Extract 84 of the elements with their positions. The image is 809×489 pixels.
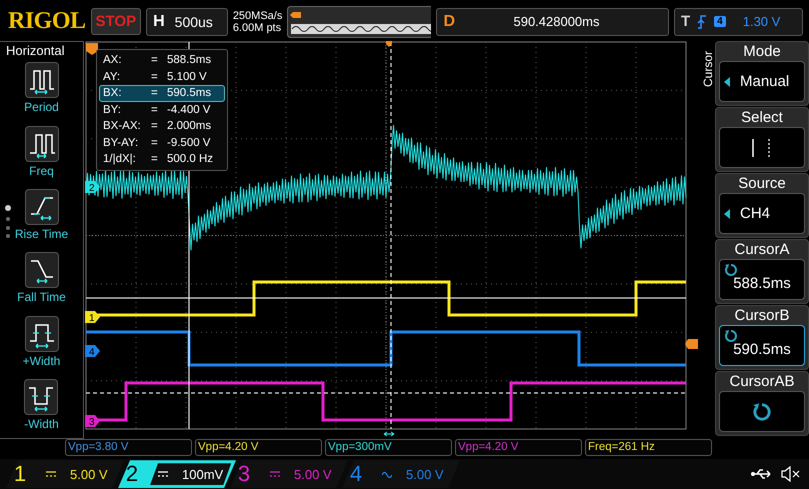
readout-value: 590.5ms xyxy=(167,86,212,101)
channel-tab[interactable]: 3 5.00 V xyxy=(230,460,348,488)
memory-depth: 6.00M pts xyxy=(232,22,282,34)
channel-tab[interactable]: 4 5.00 V xyxy=(342,460,460,488)
rotate-knob-icon xyxy=(724,263,738,278)
measurement-readout: Vpp=4.20 V xyxy=(195,439,322,456)
channel-scale: 100mV xyxy=(182,466,224,482)
readout-value: -4.400 V xyxy=(167,102,210,118)
readout-value: 2.000ms xyxy=(167,119,212,134)
equals-sign: = xyxy=(151,86,159,101)
trigger-source: 4 xyxy=(714,16,726,28)
readout-label: BX-AX: xyxy=(103,119,142,134)
brand-logo: RIGOL xyxy=(8,8,86,36)
softkey-button[interactable]: Select xyxy=(715,107,809,172)
rising-edge-icon xyxy=(697,14,708,29)
readout-value: 5.100 V xyxy=(167,70,207,84)
equals-sign: = xyxy=(151,152,159,167)
measure-button[interactable]: Fall Time xyxy=(17,248,66,312)
softkey-button[interactable]: Mode Manual xyxy=(715,41,809,106)
timebase-field[interactable]: H 500us xyxy=(146,8,228,36)
measurement-readout: Vpp=4.20 V xyxy=(455,439,582,456)
softkey-button[interactable]: Source CH4 xyxy=(715,173,809,238)
readout-label: AY: xyxy=(103,70,122,84)
menu-title: Cursor xyxy=(701,50,713,90)
readout-label: BY-AY: xyxy=(103,136,140,150)
readout-label: BY: xyxy=(103,102,122,118)
usb-icon xyxy=(751,468,773,480)
softkey-button[interactable]: CursorA 588.5ms xyxy=(715,239,809,304)
channel-scale: 5.00 V xyxy=(70,466,108,482)
channel-marker[interactable]: 1 xyxy=(85,311,100,324)
ac-coupling-icon xyxy=(382,470,392,478)
readout-value: -9.500 V xyxy=(167,136,210,150)
left-arrow-icon xyxy=(724,208,730,219)
trigger-field[interactable]: T 4 1.30 V xyxy=(674,8,803,36)
channel-scale: 5.00 V xyxy=(294,466,332,482)
trigger-label: T xyxy=(681,13,690,30)
delay-label: D xyxy=(443,12,456,31)
knob-value: 588.5ms xyxy=(733,275,791,292)
readout-label: 1/|dX|: xyxy=(103,152,137,167)
menu-title: Horizontal xyxy=(5,43,65,58)
knob-value: 590.5ms xyxy=(733,341,791,358)
dc-coupling-icon xyxy=(270,470,280,478)
readout-label: AX: xyxy=(103,53,123,68)
channel-tab[interactable]: 2 100mV xyxy=(118,460,236,488)
readout-value: 588.5ms xyxy=(167,53,212,68)
horizontal-label: H xyxy=(153,12,165,31)
softkey-button[interactable]: CursorAB xyxy=(715,371,809,436)
trigger-level-marker xyxy=(685,339,698,350)
trigger-position-marker xyxy=(86,43,98,56)
delay-marker xyxy=(386,41,392,48)
rotate-knob-icon xyxy=(724,329,738,344)
left-arrow-icon xyxy=(724,76,730,87)
measurement-readout: Vpp=3.80 V xyxy=(65,439,192,456)
channel-tab[interactable]: 1 5.00 V xyxy=(6,460,124,488)
softkey-button[interactable]: CursorB 590.5ms xyxy=(715,305,809,370)
rotate-knob-icon xyxy=(752,402,772,422)
speaker-muted-icon xyxy=(781,466,801,482)
channel-marker[interactable]: 3 xyxy=(85,415,100,428)
channel-marker[interactable]: 2 xyxy=(85,181,100,194)
measurement-readout: Vpp=300mV xyxy=(325,439,452,456)
cursor-line[interactable] xyxy=(86,392,686,394)
equals-sign: = xyxy=(151,70,159,84)
cursor-line[interactable] xyxy=(86,298,686,299)
measurement-readout: Freq=261 Hz xyxy=(585,439,712,456)
trigger-level: 1.30 V xyxy=(742,14,780,30)
timebase-value: 500us xyxy=(174,14,214,30)
dc-coupling-icon xyxy=(46,470,56,478)
delay-field[interactable]: D 590.428000ms xyxy=(436,8,669,36)
measure-button[interactable]: Rise Time xyxy=(14,185,68,248)
equals-sign: = xyxy=(151,102,159,118)
readout-value: 500.0 Hz xyxy=(167,152,214,167)
readout-label: BX: xyxy=(103,86,123,101)
cursor-span-icon xyxy=(384,432,394,437)
equals-sign: = xyxy=(151,119,159,134)
sample-rate: 250MSa/s xyxy=(232,10,282,22)
option-value: Manual xyxy=(740,73,790,90)
delay-value: 590.428000ms xyxy=(513,14,600,30)
dc-coupling-icon xyxy=(158,470,168,478)
page-indicator-icon xyxy=(5,204,11,238)
equals-sign: = xyxy=(151,136,159,150)
channel-marker[interactable]: 4 xyxy=(85,345,100,358)
channel-scale: 5.00 V xyxy=(406,466,444,482)
option-value: CH4 xyxy=(740,205,770,222)
equals-sign: = xyxy=(151,53,159,68)
